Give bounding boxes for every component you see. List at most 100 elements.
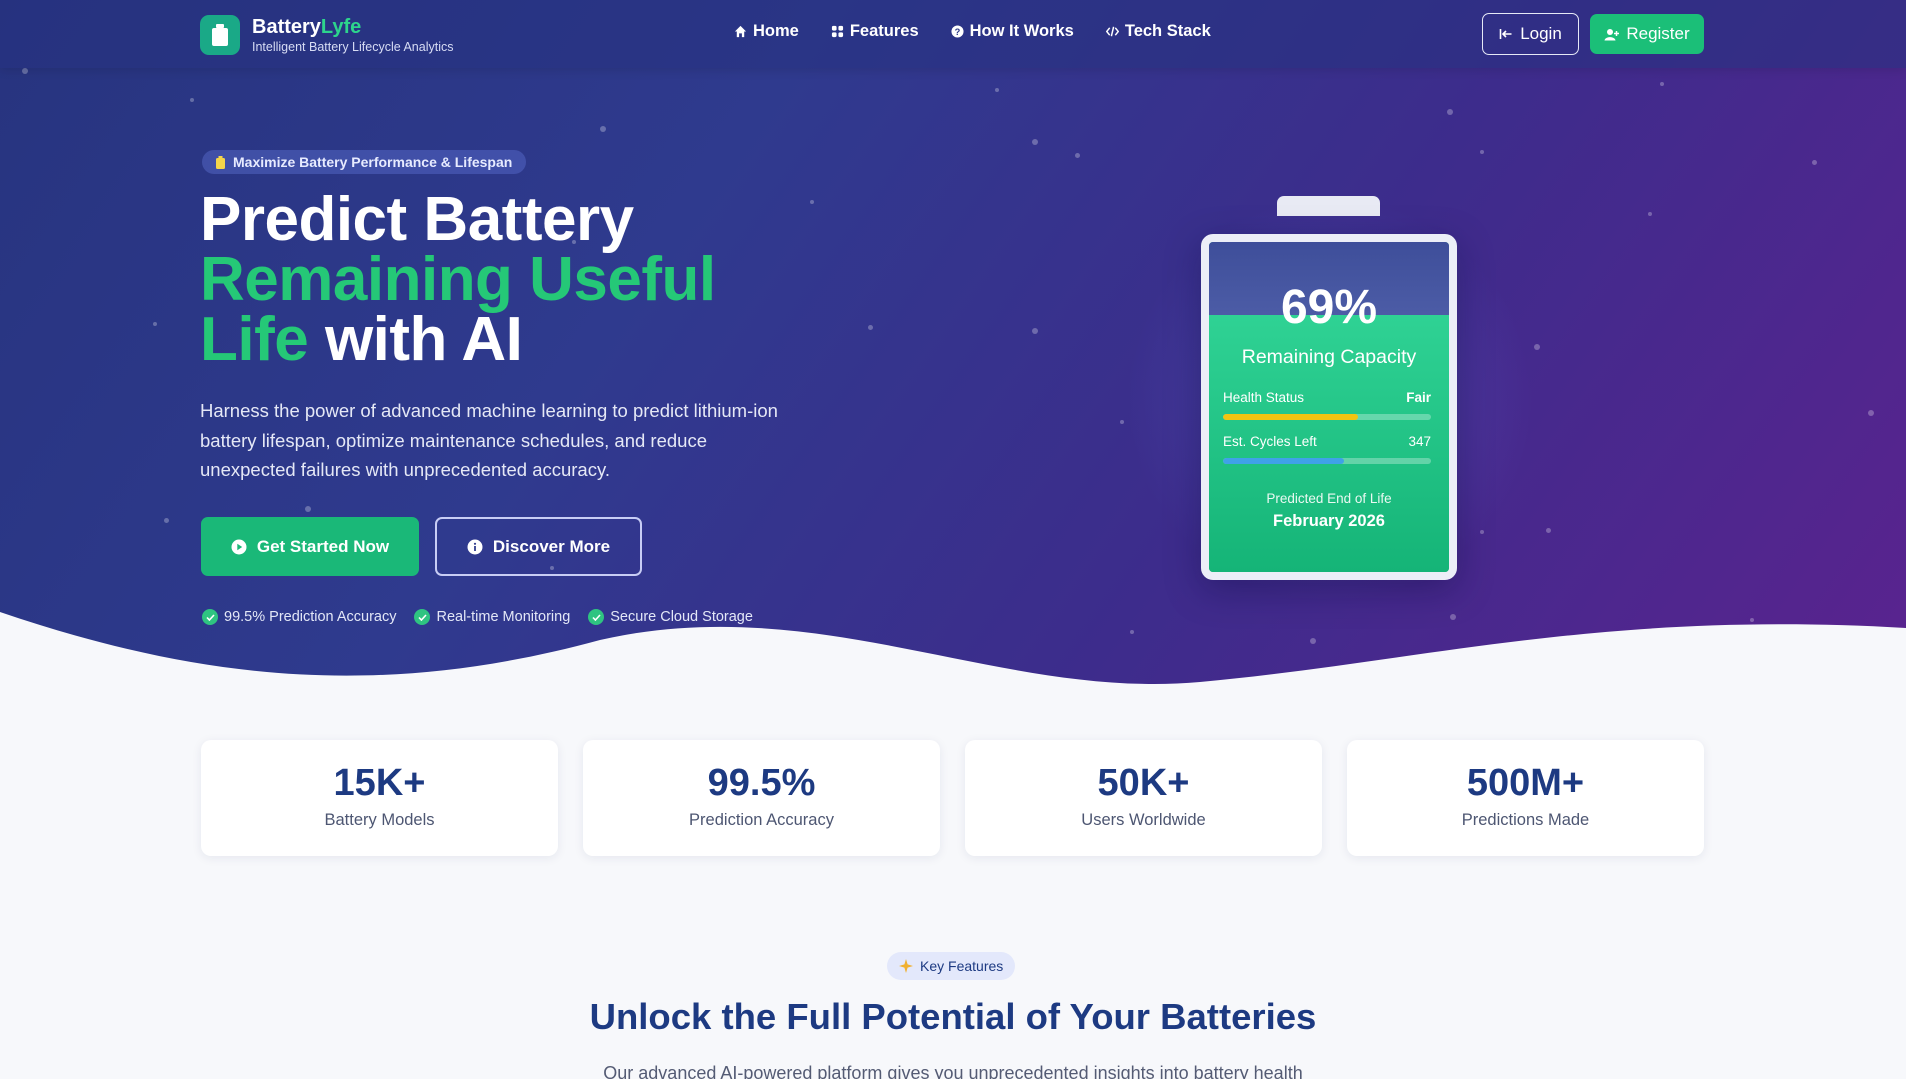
star-dot <box>1660 82 1664 86</box>
star-dot <box>22 68 28 74</box>
star-dot <box>1447 109 1453 115</box>
star-dot <box>1812 160 1817 165</box>
grid-icon <box>831 25 843 38</box>
star-dot <box>1032 328 1038 334</box>
stat-value: 500M+ <box>1466 762 1585 804</box>
login-label: Login <box>1520 24 1562 43</box>
headline-line-2: Remaining Useful <box>200 245 716 314</box>
battery-widget: 69% Remaining Capacity Health Status Fai… <box>1201 234 1457 580</box>
health-status-value: Fair <box>1406 390 1431 405</box>
stat-label: Predictions Made <box>1461 811 1590 829</box>
star-dot <box>164 518 169 523</box>
headline-line-1: Predict Battery <box>200 185 634 254</box>
feature-checks: 99.5% Prediction Accuracy Real-time Moni… <box>202 609 753 625</box>
battery-percent: 69% <box>1280 281 1378 334</box>
check-label: Secure Cloud Storage <box>610 609 753 625</box>
nav-home-label: Home <box>753 22 799 40</box>
hero-pill-label: Maximize Battery Performance & Lifespan <box>233 154 513 170</box>
brand-logo[interactable]: BatteryLyfe Intelligent Battery Lifecycl… <box>200 15 454 55</box>
stat-value: 50K+ <box>1097 762 1190 804</box>
stat-card-users: 50K+ Users Worldwide <box>965 740 1322 856</box>
check-circle-icon <box>588 609 605 625</box>
battery-capacity-label: Remaining Capacity <box>1241 346 1417 368</box>
discover-more-button[interactable]: Discover More <box>435 517 642 576</box>
nav-tech-stack[interactable]: Tech Stack <box>1105 22 1211 41</box>
stat-value: 15K+ <box>333 762 426 804</box>
stat-value: 99.5% <box>707 762 816 804</box>
star-dot <box>1534 344 1540 350</box>
cycles-value: 347 <box>1408 434 1431 449</box>
nav-links: Home Features ? How It Works Tech Stack <box>734 22 1211 41</box>
star-dot <box>190 98 194 102</box>
key-features-label: Key Features <box>920 958 1004 974</box>
brand-name: BatteryLyfe <box>252 16 362 38</box>
sign-in-icon <box>1499 29 1512 39</box>
info-circle-icon <box>467 539 483 554</box>
star-dot <box>600 126 606 132</box>
top-navbar: BatteryLyfe Intelligent Battery Lifecycl… <box>0 0 1906 68</box>
check-circle-icon <box>202 609 218 625</box>
star-dot <box>995 88 999 92</box>
nav-how-it-works[interactable]: ? How It Works <box>951 22 1074 41</box>
hero-headline: Predict Battery Remaining Useful Life wi… <box>200 185 716 374</box>
get-started-label: Get Started Now <box>256 536 390 556</box>
battery-icon <box>200 15 240 55</box>
nav-tech-label: Tech Stack <box>1124 22 1211 40</box>
end-of-life-value: February 2026 <box>1273 512 1385 530</box>
svg-text:?: ? <box>954 27 960 37</box>
star-dot <box>1480 150 1484 154</box>
health-status-row: Health Status Fair <box>1223 390 1431 405</box>
star-dot <box>1032 139 1038 145</box>
check-item: Secure Cloud Storage <box>588 609 753 625</box>
nav-features-label: Features <box>849 22 919 40</box>
health-progress-fill <box>1223 414 1359 420</box>
register-label: Register <box>1626 24 1690 43</box>
nav-how-label: How It Works <box>969 22 1074 40</box>
stat-label: Battery Models <box>324 811 435 829</box>
question-icon: ? <box>951 25 964 38</box>
code-icon <box>1105 26 1119 37</box>
star-dot <box>868 325 873 330</box>
stat-label: Prediction Accuracy <box>689 811 834 829</box>
check-item: 99.5% Prediction Accuracy <box>202 609 396 625</box>
features-title: Unlock the Full Potential of Your Batter… <box>589 996 1317 1037</box>
user-plus-icon <box>1604 28 1620 40</box>
stat-card-predictions: 500M+ Predictions Made <box>1347 740 1704 856</box>
hero-description: Harness the power of advanced machine le… <box>200 400 778 480</box>
health-status-label: Health Status <box>1223 390 1305 405</box>
stat-label: Users Worldwide <box>1081 811 1206 829</box>
cycles-progress-fill <box>1223 458 1344 464</box>
cycles-row: Est. Cycles Left 347 <box>1223 434 1431 449</box>
get-started-button[interactable]: Get Started Now <box>201 517 419 576</box>
star-dot <box>1546 528 1551 533</box>
stat-card-battery-models: 15K+ Battery Models <box>201 740 558 856</box>
cycles-progress-bar <box>1223 458 1431 464</box>
brand-tagline: Intelligent Battery Lifecycle Analytics <box>252 40 454 54</box>
star-dot <box>810 200 814 204</box>
nav-features[interactable]: Features <box>831 22 919 41</box>
login-button[interactable]: Login <box>1482 13 1579 55</box>
battery-terminal <box>1277 196 1380 216</box>
battery-full-icon <box>216 155 225 169</box>
stat-card-prediction-accuracy: 99.5% Prediction Accuracy <box>583 740 940 856</box>
play-circle-icon <box>231 539 247 554</box>
check-circle-icon <box>414 609 431 625</box>
star-dot <box>1648 212 1652 216</box>
check-label: Real-time Monitoring <box>436 609 571 625</box>
home-icon <box>734 25 747 38</box>
check-label: 99.5% Prediction Accuracy <box>224 609 397 625</box>
star-dot <box>153 322 157 326</box>
star-dot <box>1868 410 1874 416</box>
discover-more-label: Discover More <box>492 536 611 556</box>
star-dot <box>1075 153 1080 158</box>
hero-pill: Maximize Battery Performance & Lifespan <box>202 150 527 174</box>
star-dot <box>305 506 311 512</box>
sparkle-icon <box>899 959 913 973</box>
nav-home[interactable]: Home <box>734 22 799 41</box>
cycles-label: Est. Cycles Left <box>1223 434 1317 449</box>
features-subtitle: Our advanced AI-powered platform gives y… <box>603 1063 1303 1079</box>
register-button[interactable]: Register <box>1590 14 1704 54</box>
key-features-pill: Key Features <box>887 952 1016 980</box>
headline-line-3: Life with AI <box>200 305 523 374</box>
check-item: Real-time Monitoring <box>414 609 570 625</box>
